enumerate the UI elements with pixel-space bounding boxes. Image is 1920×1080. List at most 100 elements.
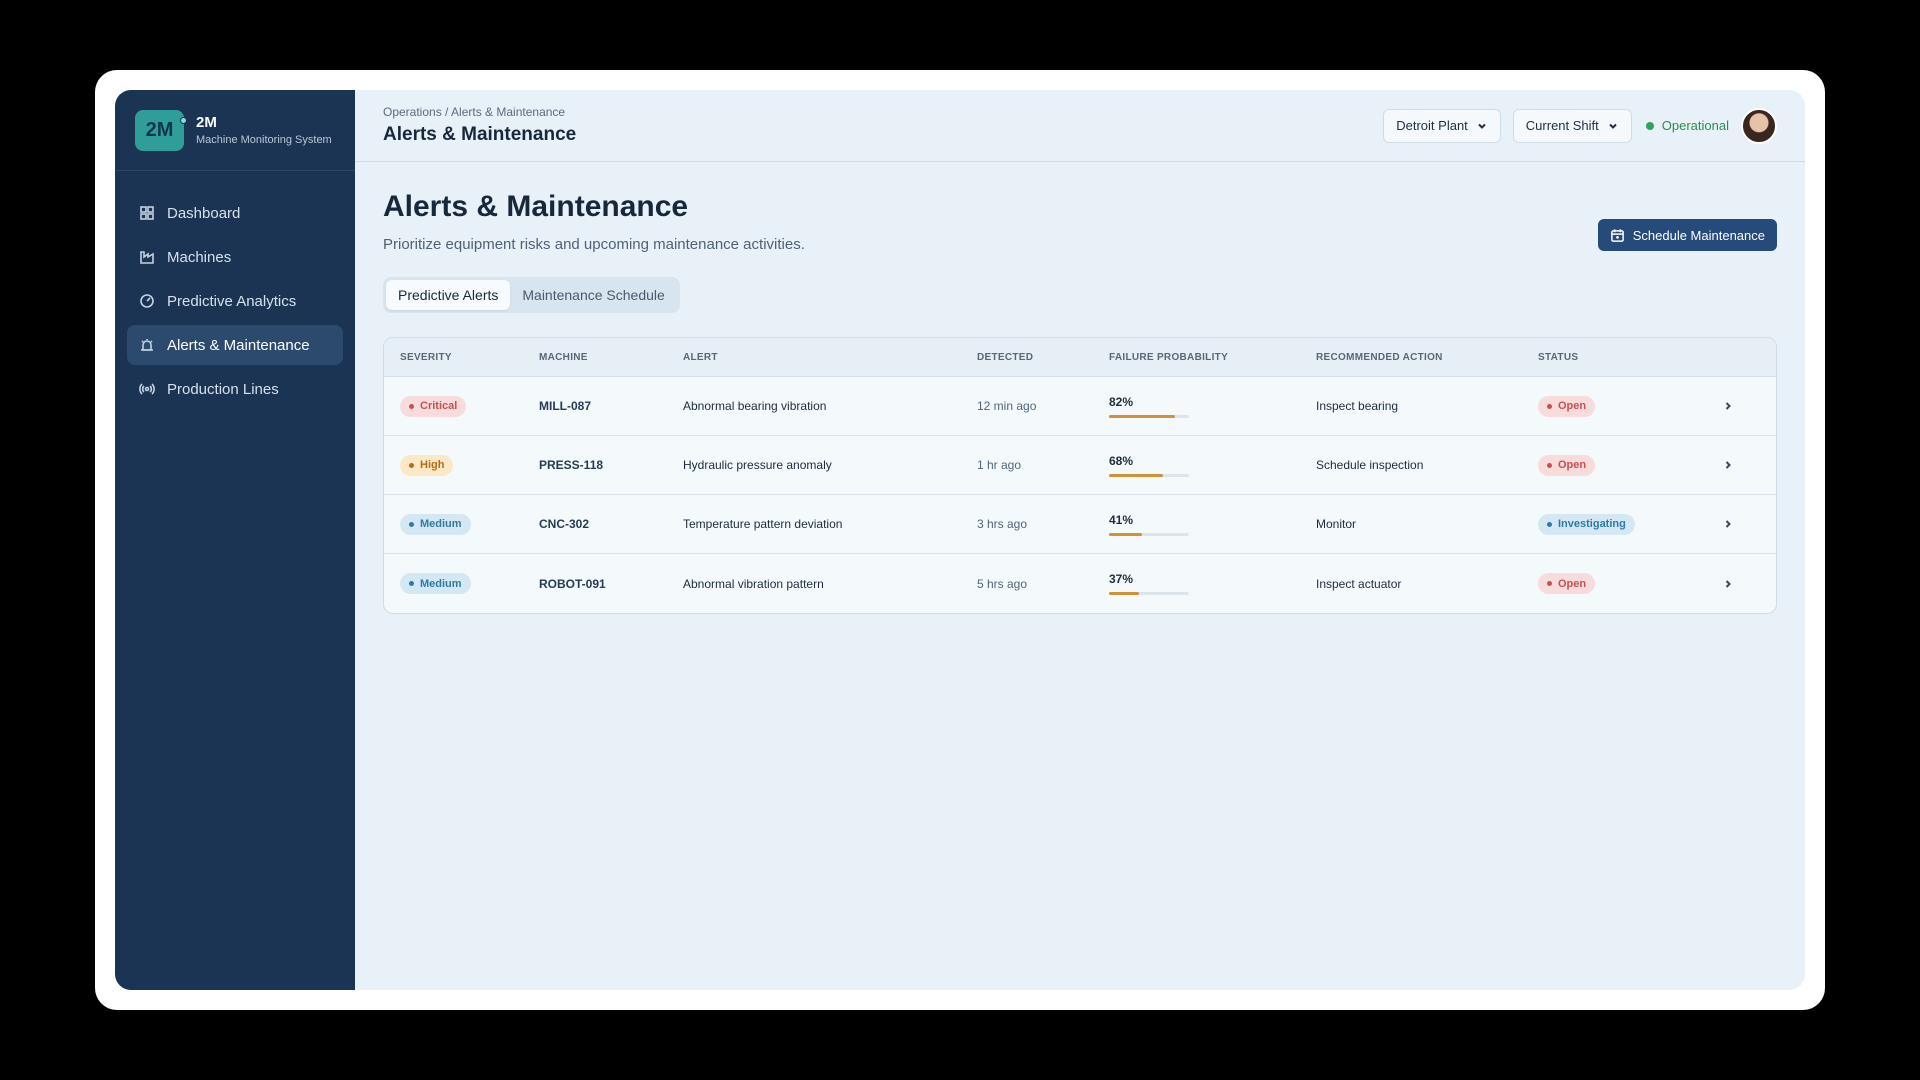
- plant-select[interactable]: Detroit Plant: [1383, 108, 1501, 143]
- tab-maintenance-schedule[interactable]: Maintenance Schedule: [510, 280, 676, 310]
- sidebar-item-alerts-maintenance[interactable]: Alerts & Maintenance: [127, 325, 343, 365]
- status-badge-dot: [1547, 521, 1552, 527]
- sidebar-item-predictive-analytics[interactable]: Predictive Analytics: [127, 281, 343, 321]
- table-header: SEVERITY MACHINE ALERT DETECTED FAILURE …: [384, 338, 1776, 377]
- breadcrumb: Operations / Alerts & Maintenance: [383, 105, 566, 119]
- probability-bar-fill: [1109, 414, 1175, 418]
- probability-value: 37%: [1109, 572, 1134, 586]
- brand-name: 2M: [196, 114, 217, 131]
- probability-bar: [1109, 414, 1189, 418]
- status-badge-dot: [1547, 581, 1552, 586]
- table-row[interactable]: Medium ROBOT-091 Abnormal vibration patt…: [384, 554, 1776, 613]
- row-open-button[interactable]: [1698, 578, 1758, 590]
- severity-cell: Medium: [384, 573, 539, 594]
- probability-bar: [1109, 592, 1189, 595]
- severity-dot: [409, 521, 414, 527]
- probability-cell: 41%: [1109, 513, 1316, 536]
- status-label: Open: [1558, 577, 1587, 590]
- table-row[interactable]: Medium CNC-302 Temperature pattern devia…: [384, 495, 1776, 554]
- severity-badge: High: [400, 454, 454, 476]
- alarm-icon: [141, 339, 153, 351]
- sidebar-item-label: Machines: [167, 248, 232, 266]
- status-badge-dot: [1547, 403, 1552, 409]
- chevron-right-icon: [1725, 520, 1731, 528]
- sidebar-item-dashboard[interactable]: Dashboard: [127, 193, 343, 233]
- shift-select[interactable]: Current Shift: [1512, 108, 1632, 143]
- row-open-button[interactable]: [1698, 518, 1758, 530]
- row-open-button[interactable]: [1698, 400, 1758, 412]
- alert-text: Hydraulic pressure anomaly: [683, 458, 832, 472]
- tab-bar: Predictive Alerts Maintenance Schedule: [383, 277, 680, 313]
- tab-predictive-alerts[interactable]: Predictive Alerts: [386, 280, 511, 310]
- status-dot: [1645, 121, 1654, 130]
- probability-cell: 37%: [1109, 572, 1316, 595]
- column-header-detected: DETECTED: [977, 351, 1034, 363]
- severity-cell: Medium: [384, 513, 539, 535]
- avatar[interactable]: [1741, 107, 1777, 144]
- chevron-right-icon: [1725, 579, 1731, 588]
- severity-cell: High: [384, 454, 539, 476]
- machine-id[interactable]: MILL-087: [539, 399, 683, 413]
- row-open-button[interactable]: [1698, 459, 1758, 471]
- schedule-maintenance-button[interactable]: Schedule Maintenance: [1597, 219, 1777, 251]
- brand-logo-text: 2M: [145, 118, 174, 141]
- table-row[interactable]: Critical MILL-087 Abnormal bearing vibra…: [384, 377, 1776, 436]
- chevron-right-icon: [1725, 461, 1731, 469]
- status-badge: Open: [1538, 454, 1596, 476]
- brand-logo-dot: [180, 116, 187, 124]
- calendar-icon: [1610, 228, 1624, 242]
- probability-bar-fill: [1109, 592, 1139, 595]
- severity-dot: [409, 462, 414, 468]
- column-header-failure-probability: FAILURE PROBABILITY: [1109, 351, 1229, 363]
- status-label: Open: [1558, 400, 1587, 412]
- alert-text: Abnormal bearing vibration: [683, 399, 827, 413]
- sidebar-nav: Dashboard Machines Predictive Analytics …: [115, 171, 355, 409]
- sidebar-item-production-lines[interactable]: Production Lines: [127, 369, 343, 409]
- sidebar-item-label: Dashboard: [167, 204, 241, 222]
- topbar-title-block: Operations / Alerts & Maintenance Alerts…: [383, 105, 576, 146]
- recommended-action: Monitor: [1316, 517, 1357, 531]
- chevron-down-icon: [1478, 123, 1486, 129]
- main-area: Operations / Alerts & Maintenance Alerts…: [355, 90, 1805, 990]
- sidebar-item-label: Production Lines: [167, 380, 279, 398]
- content: Alerts & Maintenance Prioritize equipmen…: [355, 162, 1805, 642]
- topbar-title: Alerts & Maintenance: [383, 124, 577, 145]
- probability-cell: 82%: [1109, 395, 1316, 418]
- machine-id[interactable]: CNC-302: [539, 517, 683, 531]
- sidebar-item-machines[interactable]: Machines: [127, 237, 343, 277]
- topbar-controls: Detroit Plant Current Shift Operational: [1371, 107, 1777, 144]
- table-row[interactable]: High PRESS-118 Hydraulic pressure anomal…: [384, 436, 1776, 495]
- status-badge-dot: [1547, 462, 1552, 468]
- probability-cell: 68%: [1109, 454, 1316, 477]
- page-title: Alerts & Maintenance: [383, 190, 689, 223]
- column-header-severity: SEVERITY: [400, 351, 452, 363]
- status-label: Open: [1558, 459, 1587, 471]
- machine-id[interactable]: PRESS-118: [539, 458, 683, 472]
- probability-value: 41%: [1109, 512, 1134, 527]
- status-cell: Open: [1538, 395, 1698, 417]
- status-cell: Open: [1538, 573, 1698, 594]
- page-subtitle: Prioritize equipment risks and upcoming …: [383, 236, 805, 253]
- broadcast-icon: [139, 383, 155, 395]
- detected-time: 5 hrs ago: [977, 576, 1028, 591]
- column-header-machine: MACHINE: [539, 351, 588, 363]
- severity-dot: [409, 403, 414, 409]
- status-cell: Investigating: [1538, 513, 1698, 535]
- alert-text: Temperature pattern deviation: [683, 517, 843, 531]
- sidebar-item-label: Alerts & Maintenance: [167, 336, 310, 354]
- machine-id[interactable]: ROBOT-091: [539, 577, 683, 591]
- brand-text: 2M Machine Monitoring System: [196, 114, 332, 146]
- recommended-action: Inspect actuator: [1316, 576, 1402, 591]
- factory-icon: [140, 251, 154, 264]
- severity-cell: Critical: [384, 395, 539, 417]
- severity-label: High: [420, 459, 445, 471]
- column-header-alert: ALERT: [683, 351, 718, 363]
- status-badge: Open: [1538, 573, 1596, 594]
- status-cell: Open: [1538, 454, 1698, 476]
- gauge-icon: [140, 294, 154, 308]
- chevron-right-icon: [1725, 402, 1731, 410]
- schedule-maintenance-label: Schedule Maintenance: [1632, 227, 1765, 243]
- status-badge: Open: [1538, 395, 1596, 417]
- probability-value: 68%: [1109, 453, 1134, 468]
- alert-text: Abnormal vibration pattern: [683, 576, 824, 591]
